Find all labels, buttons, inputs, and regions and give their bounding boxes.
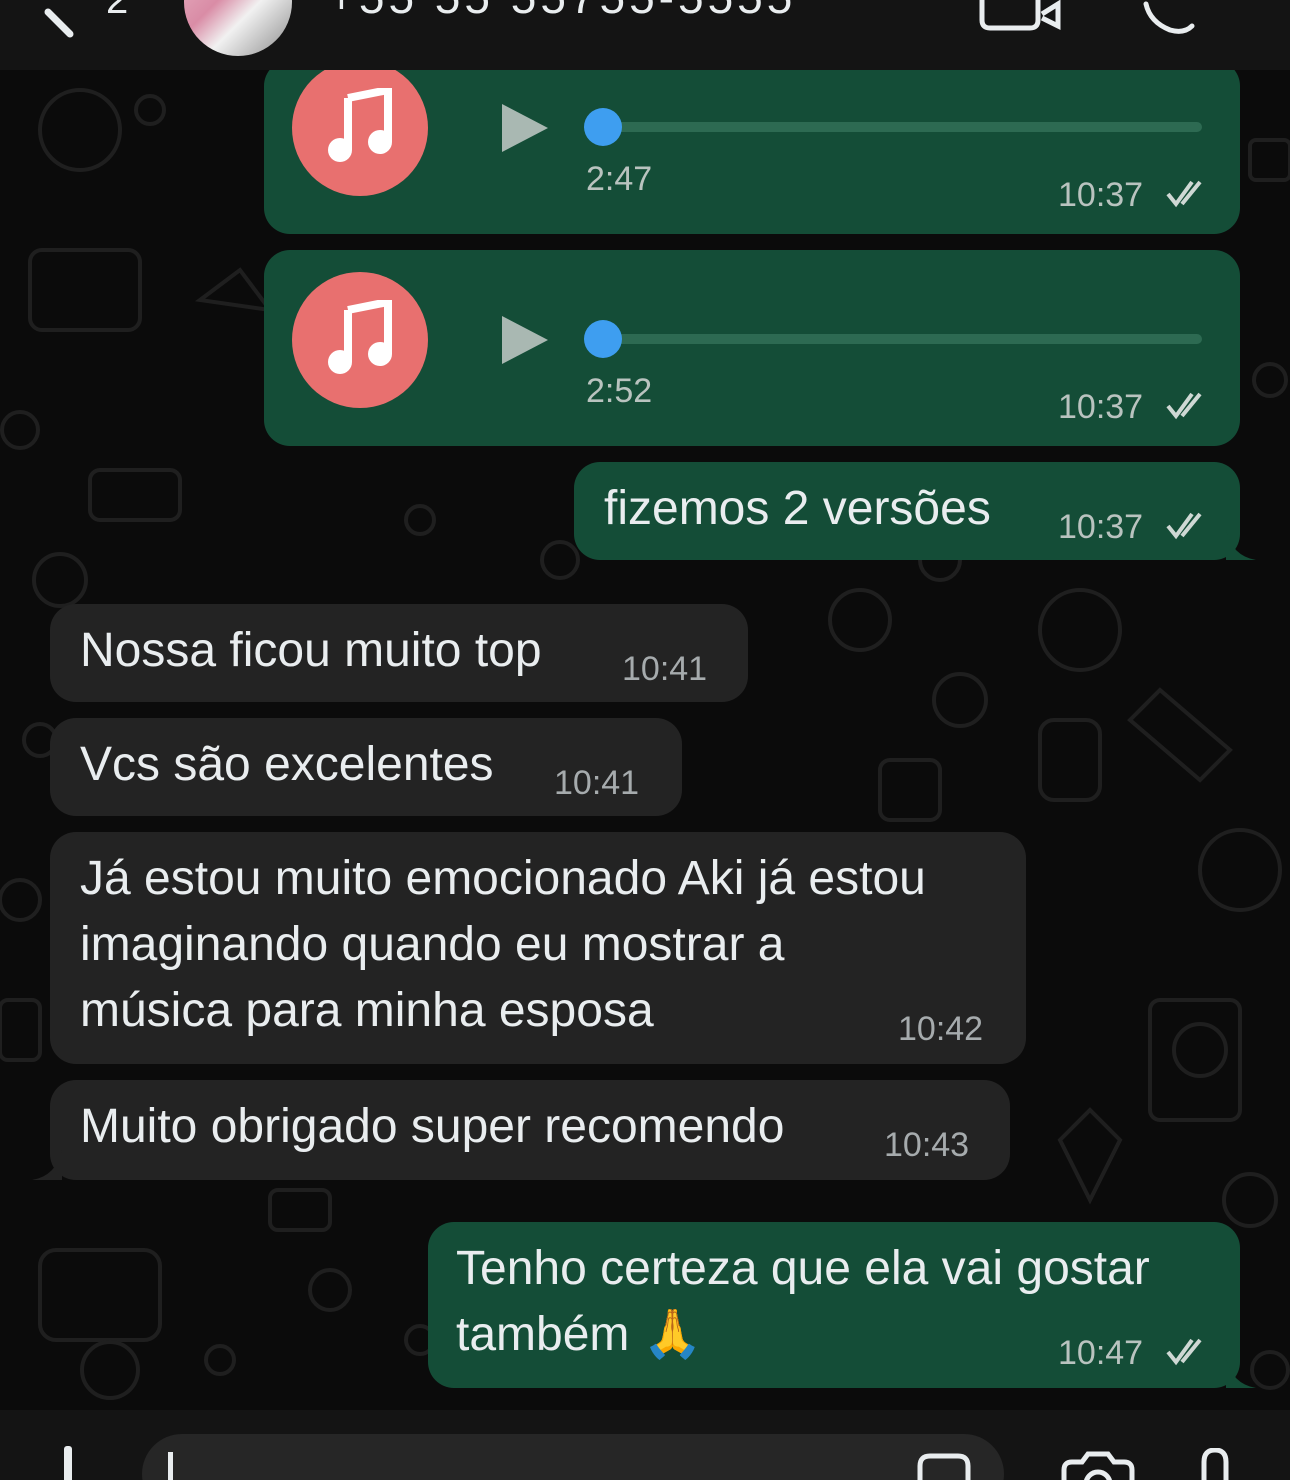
- video-camera-icon[interactable]: [978, 0, 1062, 34]
- bubble-tail: [1226, 530, 1256, 560]
- incoming-message: Já estou muito emocionado Aki já estou i…: [50, 832, 1026, 1064]
- incoming-message: Muito obrigado super recomendo 10:43: [32, 1080, 1010, 1180]
- incoming-message: Nossa ficou muito top 10:41: [50, 604, 748, 702]
- music-note-icon: [292, 60, 428, 196]
- plus-icon[interactable]: [64, 1446, 72, 1480]
- message-time: 10:43: [884, 1126, 970, 1164]
- audio-duration: 2:47: [586, 160, 653, 198]
- audio-message: 2:52 10:37: [264, 250, 1240, 446]
- play-icon[interactable]: [500, 102, 550, 154]
- message-text-line: música para minha esposa: [80, 984, 654, 1037]
- message-text: fizemos 2 versões: [604, 482, 991, 535]
- message-input[interactable]: [142, 1434, 1004, 1480]
- audio-seek-handle[interactable]: [584, 108, 622, 146]
- avatar[interactable]: [184, 0, 292, 56]
- message-time: 10:37: [1058, 508, 1144, 546]
- chat-header: 2 +55 55 55755-5555: [0, 0, 1290, 70]
- text-cursor: [168, 1452, 173, 1480]
- phone-icon[interactable]: [1140, 0, 1200, 36]
- message-text: Nossa ficou muito top: [80, 624, 542, 677]
- message-time: 10:37: [1058, 388, 1144, 426]
- play-icon[interactable]: [500, 314, 550, 366]
- unread-count[interactable]: 2: [106, 0, 128, 23]
- message-time: 10:41: [622, 650, 708, 688]
- message-time: 10:42: [898, 1010, 984, 1048]
- audio-seek-track[interactable]: [602, 122, 1202, 132]
- incoming-message: Vcs são excelentes 10:41: [50, 718, 682, 816]
- audio-duration: 2:52: [586, 372, 653, 410]
- sticker-icon[interactable]: [916, 1450, 972, 1480]
- double-check-icon: [1166, 180, 1202, 208]
- double-check-icon: [1166, 392, 1202, 420]
- bubble-tail: [32, 1150, 62, 1180]
- microphone-icon[interactable]: [1198, 1448, 1232, 1480]
- message-text-line: também 🙏: [456, 1308, 703, 1361]
- message-text: Muito obrigado super recomendo: [80, 1100, 785, 1153]
- message-text-line: Já estou muito emocionado Aki já estou: [80, 852, 926, 905]
- message-time: 10:47: [1058, 1334, 1144, 1372]
- message-time: 10:37: [1058, 176, 1144, 214]
- double-check-icon: [1166, 512, 1202, 540]
- audio-seek-handle[interactable]: [584, 320, 622, 358]
- audio-seek-track[interactable]: [602, 334, 1202, 344]
- message-text-line: Tenho certeza que ela vai gostar: [456, 1242, 1150, 1295]
- music-note-icon: [292, 272, 428, 408]
- outgoing-message: fizemos 2 versões 10:37: [574, 462, 1256, 560]
- chevron-left-icon[interactable]: [40, 0, 80, 40]
- double-check-icon: [1166, 1338, 1202, 1366]
- message-text: Vcs são excelentes: [80, 738, 494, 791]
- composer-bar: [0, 1410, 1290, 1480]
- outgoing-message: Tenho certeza que ela vai gostar também …: [428, 1222, 1256, 1388]
- audio-message: 2:47 10:37: [264, 60, 1240, 234]
- message-time: 10:41: [554, 764, 640, 802]
- camera-icon[interactable]: [1060, 1450, 1136, 1480]
- contact-name[interactable]: +55 55 55755-5555: [328, 0, 796, 24]
- bubble-tail: [1226, 1358, 1256, 1388]
- message-text-line: imaginando quando eu mostrar a: [80, 918, 785, 971]
